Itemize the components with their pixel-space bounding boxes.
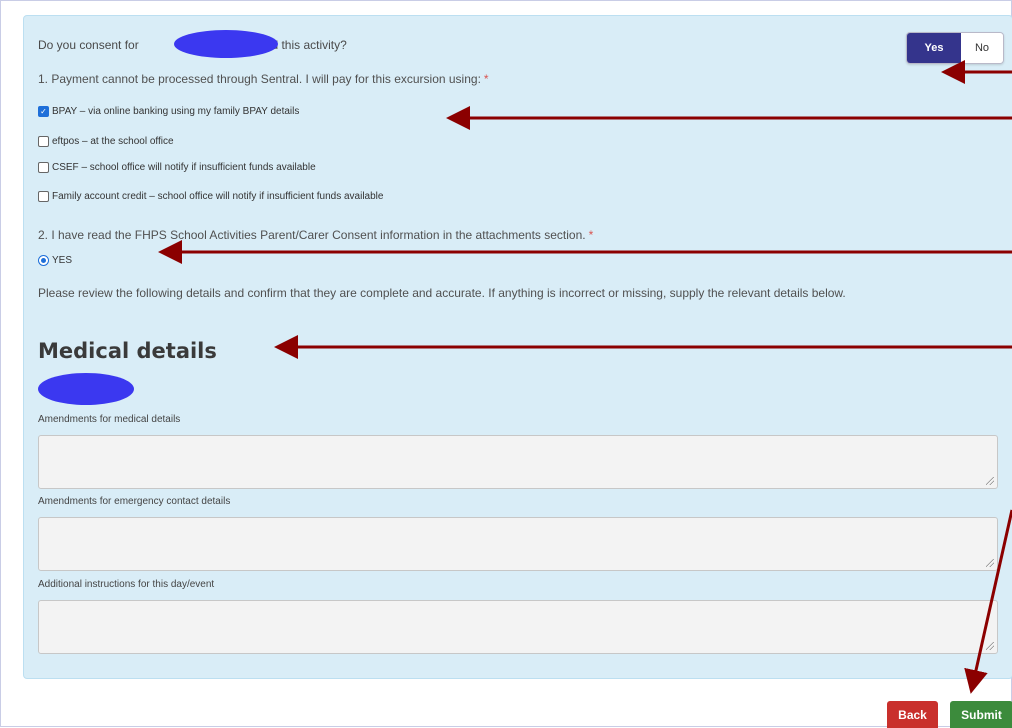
payment-option-label: eftpos – at the school office (52, 136, 174, 147)
payment-option-label: BPAY – via online banking using my famil… (52, 106, 300, 117)
required-marker: * (588, 228, 594, 242)
page-frame: Do you consent for to attend this activi… (0, 0, 1012, 728)
consent-toggle[interactable]: Yes No (906, 32, 1004, 64)
checkbox-icon[interactable] (38, 136, 49, 147)
medical-amendments-textarea[interactable] (38, 435, 998, 489)
payment-option-label: CSEF – school office will notify if insu… (52, 162, 316, 173)
resize-handle-icon[interactable] (986, 559, 994, 567)
payment-question: 1. Payment cannot be processed through S… (38, 72, 489, 86)
attachments-yes-label: YES (52, 255, 73, 266)
emergency-amendments-textarea[interactable] (38, 517, 998, 571)
emergency-amendments-label: Amendments for emergency contact details (38, 496, 231, 507)
consent-form-panel: Do you consent for to attend this activi… (23, 15, 1012, 679)
student-name-redaction (174, 30, 278, 58)
required-marker: * (483, 72, 489, 86)
resize-handle-icon[interactable] (986, 642, 994, 650)
attachments-question: 2. I have read the FHPS School Activitie… (38, 228, 593, 242)
payment-option-label: Family account credit – school office wi… (52, 191, 384, 202)
submit-button[interactable]: Submit (950, 701, 1012, 728)
consent-yes-button[interactable]: Yes (907, 33, 961, 63)
checkbox-icon[interactable] (38, 162, 49, 173)
checkbox-checked-icon[interactable]: ✓ (38, 106, 49, 117)
consent-question-prefix: Do you consent for (38, 38, 139, 52)
attachments-question-text: 2. I have read the FHPS School Activitie… (38, 228, 586, 242)
payment-option-csef[interactable]: CSEF – school office will notify if insu… (38, 162, 316, 173)
attachments-yes-option[interactable]: YES (38, 255, 72, 266)
medical-info-redaction (38, 373, 134, 405)
radio-selected-icon[interactable] (38, 255, 49, 266)
consent-no-button[interactable]: No (961, 33, 1003, 63)
payment-question-text: 1. Payment cannot be processed through S… (38, 72, 481, 86)
checkbox-icon[interactable] (38, 191, 49, 202)
medical-amendments-label: Amendments for medical details (38, 414, 181, 425)
resize-handle-icon[interactable] (986, 477, 994, 485)
instructions-label: Additional instructions for this day/eve… (38, 579, 215, 590)
review-instructions: Please review the following details and … (38, 286, 846, 300)
instructions-textarea[interactable] (38, 600, 998, 654)
payment-option-eftpos[interactable]: eftpos – at the school office (38, 136, 174, 147)
payment-option-family-credit[interactable]: Family account credit – school office wi… (38, 191, 383, 202)
payment-option-bpay[interactable]: ✓ BPAY – via online banking using my fam… (38, 106, 299, 117)
medical-details-heading: Medical details (38, 339, 217, 363)
back-button[interactable]: Back (887, 701, 938, 728)
